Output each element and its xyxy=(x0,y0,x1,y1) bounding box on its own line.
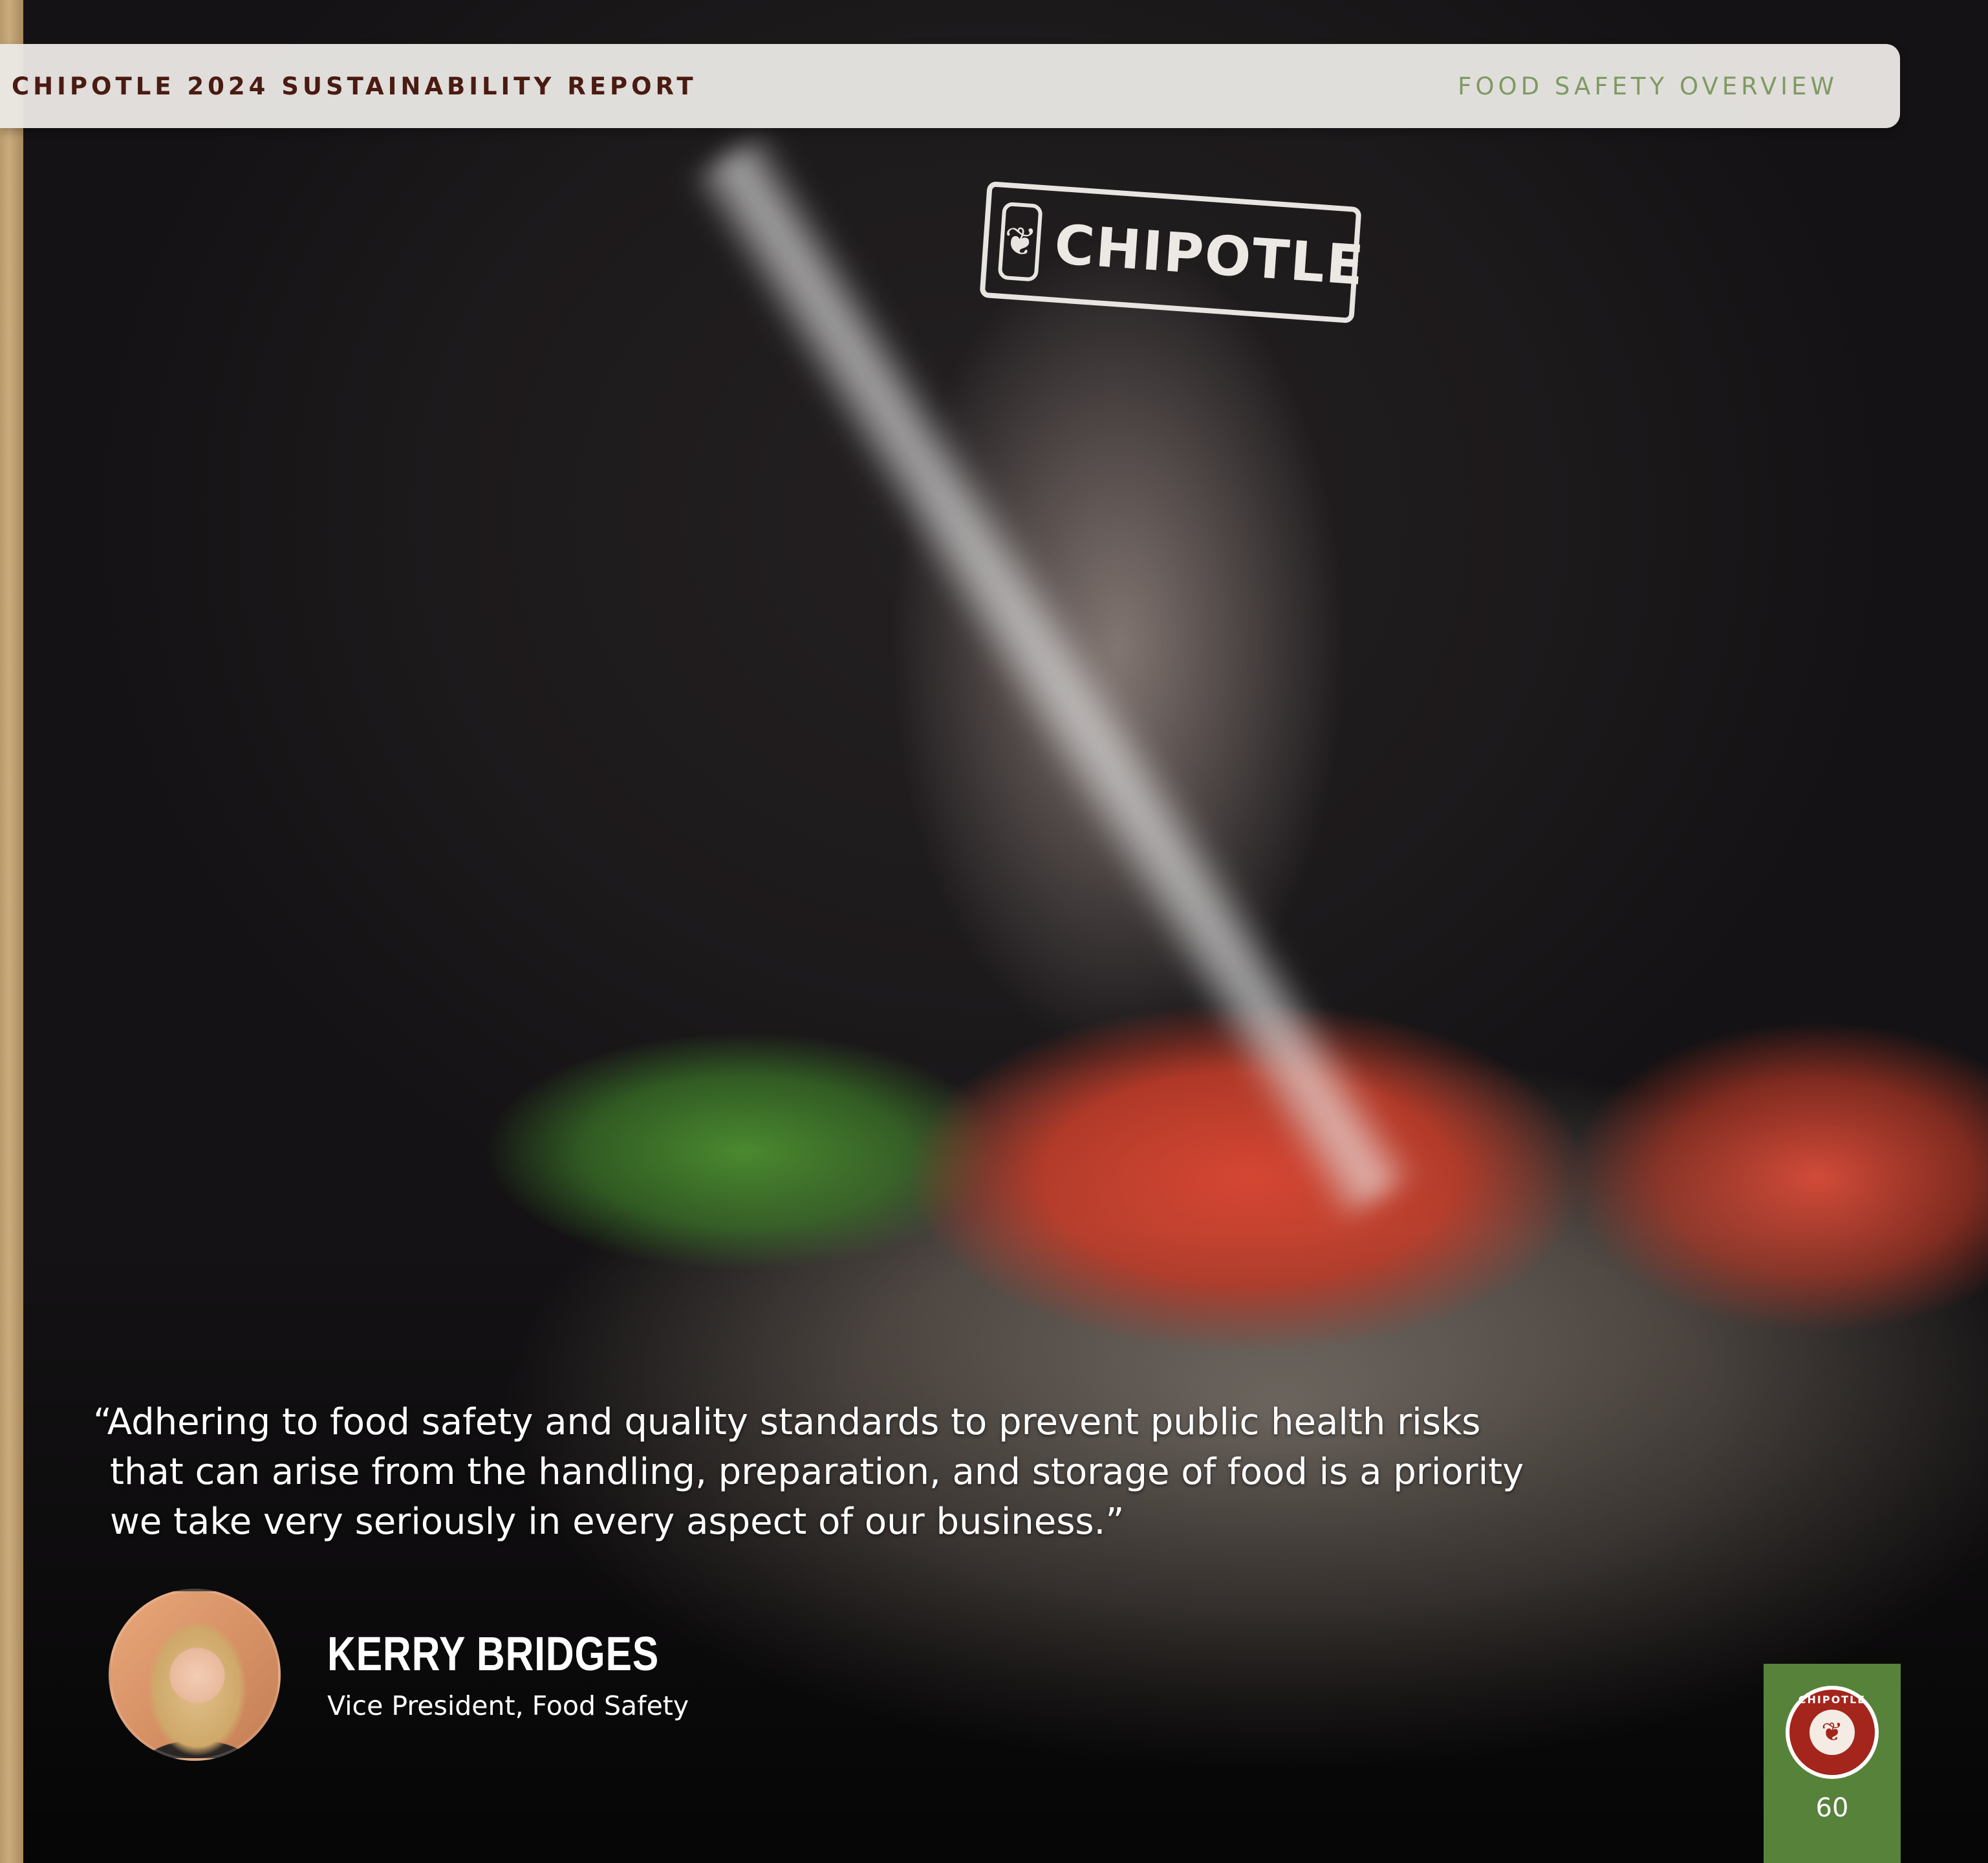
chipotle-seal-icon: CHIPOTLE ❦ xyxy=(1786,1686,1879,1779)
pepper-icon: ❦ xyxy=(1810,1710,1855,1755)
report-header: CHIPOTLE 2024 SUSTAINABILITY REPORT FOOD… xyxy=(0,44,1900,128)
page-number: 60 xyxy=(1815,1793,1849,1823)
report-page: ❦ CHIPOTLE CHIPOTLE 2024 SUSTAINABILITY … xyxy=(0,0,1988,1863)
kraft-paper-edge xyxy=(0,0,23,1863)
speaker-details: KERRY BRIDGES Vice President, Food Safet… xyxy=(327,1627,732,1722)
seal-text: CHIPOTLE xyxy=(1798,1694,1866,1706)
pepper-icon: ❦ xyxy=(997,201,1043,282)
speaker-attribution: KERRY BRIDGES Vice President, Food Safet… xyxy=(109,1589,732,1761)
speaker-name: KERRY BRIDGES xyxy=(327,1627,660,1681)
speaker-role: Vice President, Food Safety xyxy=(327,1690,689,1721)
section-title: FOOD SAFETY OVERVIEW xyxy=(1458,72,1838,100)
shirt-logo-text: CHIPOTLE xyxy=(1052,212,1367,298)
report-title: CHIPOTLE 2024 SUSTAINABILITY REPORT xyxy=(12,72,697,100)
pull-quote: “Adhering to food safety and quality sta… xyxy=(93,1401,1524,1543)
page-number-tab: CHIPOTLE ❦ 60 xyxy=(1764,1664,1901,1863)
seal-ring: CHIPOTLE ❦ xyxy=(1789,1690,1875,1775)
speaker-avatar xyxy=(109,1589,281,1761)
